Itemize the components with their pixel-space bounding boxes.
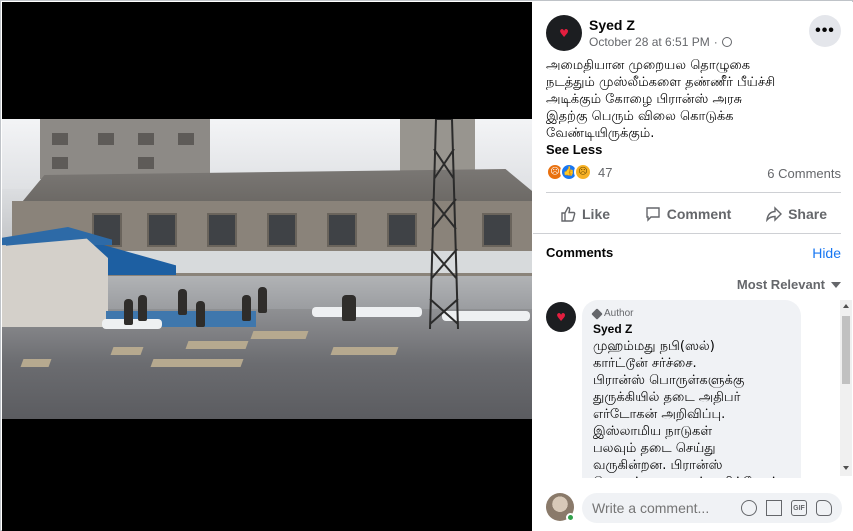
post-timestamp[interactable]: October 28 at 6:51 PM bbox=[589, 35, 710, 49]
window bbox=[147, 213, 177, 247]
heart-logo-icon: ♥ bbox=[556, 310, 566, 324]
reactions-summary[interactable]: ☹ 👍 ☹ 47 bbox=[546, 163, 612, 181]
composer-tools: GIF bbox=[741, 500, 832, 516]
post-text: அமைதியான முறையல தொழுகை நடத்தும் முஸ்லீம்… bbox=[546, 58, 776, 141]
prayer-mat bbox=[150, 359, 244, 367]
water-spray bbox=[312, 307, 422, 317]
comment-count-link[interactable]: 6 Comments bbox=[767, 166, 841, 181]
person bbox=[178, 289, 187, 315]
window bbox=[138, 157, 154, 169]
prayer-mat bbox=[185, 341, 249, 349]
comments-heading: Comments bbox=[546, 245, 614, 260]
post-meta: October 28 at 6:51 PM · bbox=[589, 35, 732, 49]
video-player[interactable] bbox=[2, 2, 532, 531]
prayer-mat bbox=[110, 347, 144, 355]
window bbox=[207, 213, 237, 247]
comment-text: முஹம்மது நபி(ஸல்) கார்ட்டூன் சர்ச்சை. பி… bbox=[593, 339, 783, 478]
author-badge: Author bbox=[591, 307, 790, 320]
caret-down-icon bbox=[831, 281, 841, 288]
window bbox=[482, 213, 512, 247]
sad-reaction-icon: ☹ bbox=[574, 163, 592, 181]
scroll-up-arrow-icon[interactable] bbox=[843, 304, 849, 308]
author-avatar[interactable]: ♥ bbox=[546, 15, 582, 51]
post-actions-bar: Like Comment Share bbox=[546, 198, 841, 230]
comment-label: Comment bbox=[666, 206, 732, 222]
shed bbox=[2, 238, 108, 327]
window bbox=[267, 213, 297, 247]
pencil-icon bbox=[591, 307, 603, 320]
comment-sort-dropdown[interactable]: Most Relevant bbox=[737, 277, 841, 292]
share-label: Share bbox=[788, 206, 827, 222]
comment-button[interactable]: Comment bbox=[631, 206, 746, 222]
video-frame[interactable] bbox=[2, 119, 532, 419]
comment-composer[interactable]: GIF bbox=[582, 493, 842, 523]
speech-bubble-icon bbox=[646, 207, 660, 222]
see-less-link[interactable]: See Less bbox=[546, 142, 602, 157]
more-options-button[interactable]: ••• bbox=[809, 15, 841, 47]
comment-bubble: Author Syed Z முஹம்மது நபி(ஸல்) கார்ட்டூ… bbox=[582, 300, 801, 478]
post-viewer: ♥ Syed Z October 28 at 6:51 PM · ••• அமை… bbox=[0, 0, 853, 531]
post-details-panel: ♥ Syed Z October 28 at 6:51 PM · ••• அமை… bbox=[532, 2, 853, 531]
person bbox=[342, 295, 356, 321]
heart-logo-icon: ♥ bbox=[559, 26, 569, 40]
globe-icon[interactable] bbox=[721, 37, 732, 47]
scroll-down-arrow-icon[interactable] bbox=[843, 466, 849, 470]
share-button[interactable]: Share bbox=[752, 206, 841, 222]
more-options-icon: ••• bbox=[815, 22, 835, 39]
window bbox=[327, 213, 357, 247]
commenter-avatar[interactable]: ♥ bbox=[546, 302, 576, 332]
scrollbar-thumb[interactable] bbox=[842, 316, 850, 384]
online-status-icon bbox=[566, 513, 575, 522]
divider bbox=[546, 192, 841, 193]
prayer-mat bbox=[250, 331, 309, 339]
hide-comments-link[interactable]: Hide bbox=[812, 245, 841, 261]
share-arrow-icon bbox=[766, 206, 783, 222]
reaction-count[interactable]: 47 bbox=[598, 165, 612, 180]
person bbox=[138, 295, 147, 321]
window bbox=[387, 213, 417, 247]
divider bbox=[533, 233, 841, 234]
person bbox=[196, 301, 205, 327]
person bbox=[258, 287, 267, 313]
window bbox=[98, 133, 114, 145]
author-name[interactable]: Syed Z bbox=[589, 17, 635, 33]
window bbox=[178, 133, 194, 145]
prayer-mat bbox=[330, 347, 399, 355]
thumbs-up-icon bbox=[561, 206, 576, 222]
person bbox=[124, 299, 133, 325]
author-badge-label: Author bbox=[604, 308, 634, 319]
commenter-name[interactable]: Syed Z bbox=[593, 322, 790, 336]
person bbox=[242, 295, 251, 321]
sort-label: Most Relevant bbox=[736, 277, 825, 292]
window bbox=[52, 157, 68, 169]
gif-icon[interactable]: GIF bbox=[791, 500, 807, 516]
window bbox=[52, 133, 68, 145]
sticker-icon[interactable] bbox=[816, 500, 832, 516]
power-pylon bbox=[429, 119, 459, 329]
like-button[interactable]: Like bbox=[546, 206, 624, 222]
comment-input[interactable] bbox=[592, 500, 732, 516]
meta-separator: · bbox=[713, 35, 718, 49]
emoji-icon[interactable] bbox=[741, 500, 757, 516]
prayer-mat bbox=[20, 359, 52, 367]
like-label: Like bbox=[582, 206, 611, 222]
camera-icon[interactable] bbox=[766, 500, 782, 516]
window bbox=[138, 133, 154, 145]
background-building-left bbox=[40, 119, 210, 179]
